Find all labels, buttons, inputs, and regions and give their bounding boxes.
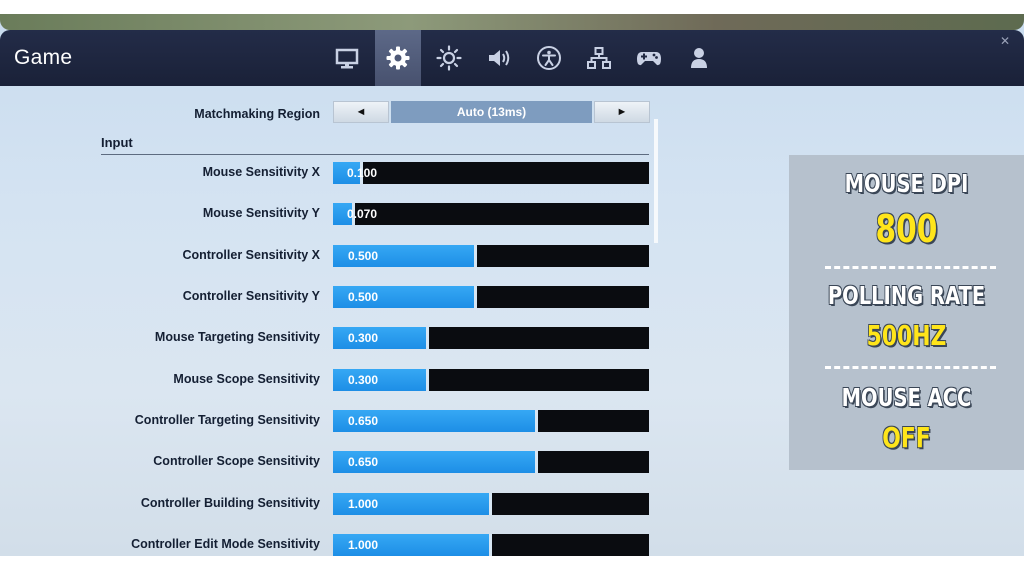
slider-fill (333, 327, 426, 349)
sensitivity-slider[interactable]: 0.650 (333, 410, 649, 432)
slider-value: 0.100 (347, 166, 378, 180)
tab-account[interactable] (676, 30, 722, 86)
slider-label: Controller Building Sensitivity (140, 496, 320, 510)
slider-handle[interactable] (535, 451, 538, 473)
sensitivity-slider[interactable]: 0.070 (333, 203, 649, 225)
sensitivity-slider[interactable]: 0.100 (333, 162, 649, 184)
card-value-dpi: 800 (875, 207, 938, 251)
card-value-polling: 500HZ (866, 319, 947, 352)
slider-value: 0.500 (348, 249, 379, 263)
controller-icon (637, 52, 661, 66)
slider-label: Mouse Sensitivity X (202, 165, 320, 179)
slider-label: Controller Scope Sensitivity (153, 454, 320, 468)
network-icon (587, 47, 611, 69)
slider-value: 1.000 (348, 497, 379, 511)
account-icon (691, 48, 707, 68)
game-settings-window: Game ✕ Matchmaking Region ◄ Auto (13ms) … (0, 14, 1024, 556)
slider-handle[interactable] (426, 327, 429, 349)
card-divider (825, 266, 996, 269)
slider-handle[interactable] (474, 245, 477, 267)
slider-handle[interactable] (489, 493, 492, 515)
window-close-icon[interactable]: ✕ (1000, 34, 1010, 48)
section-title-input: Input (101, 135, 133, 150)
mouse-info-card: MOUSE DPI 800 POLLING RATE 500HZ MOUSE A… (789, 155, 1024, 470)
region-value: Auto (13ms) (391, 101, 592, 123)
background-strip (0, 14, 1024, 30)
accessibility-icon (537, 46, 561, 70)
card-value-acc: OFF (882, 421, 931, 454)
brightness-icon (436, 45, 462, 71)
card-heading-polling: POLLING RATE (827, 281, 986, 310)
region-next-button[interactable]: ► (594, 101, 650, 123)
sensitivity-slider[interactable]: 1.000 (333, 534, 649, 556)
slider-handle[interactable] (489, 534, 492, 556)
tab-brightness[interactable] (426, 30, 472, 86)
scrollbar[interactable] (654, 119, 658, 243)
slider-value: 0.300 (348, 331, 379, 345)
arrow-right-icon: ► (616, 106, 628, 118)
slider-label: Mouse Sensitivity Y (202, 206, 320, 220)
settings-nav-bar: Game ✕ (0, 30, 1024, 86)
slider-handle[interactable] (535, 410, 538, 432)
page-title: Game (14, 46, 73, 69)
tab-audio[interactable] (476, 30, 522, 86)
region-prev-button[interactable]: ◄ (333, 101, 389, 123)
card-heading-dpi: MOUSE DPI (844, 169, 969, 198)
section-divider (101, 154, 649, 155)
arrow-left-icon: ◄ (355, 106, 367, 118)
slider-label: Mouse Scope Sensitivity (173, 372, 320, 386)
tab-game-settings[interactable] (375, 30, 421, 86)
tab-video[interactable] (324, 30, 370, 86)
gear-icon (386, 46, 410, 70)
card-heading-acc: MOUSE ACC (841, 383, 972, 412)
slider-label: Controller Sensitivity X (182, 248, 320, 262)
monitor-icon (335, 48, 359, 69)
tab-network[interactable] (576, 30, 622, 86)
sensitivity-slider[interactable]: 1.000 (333, 493, 649, 515)
slider-value: 0.650 (348, 455, 379, 469)
slider-value: 1.000 (348, 538, 379, 552)
slider-label: Controller Sensitivity Y (182, 289, 320, 303)
card-divider (825, 366, 996, 369)
sensitivity-slider[interactable]: 0.300 (333, 327, 649, 349)
slider-label: Controller Edit Mode Sensitivity (131, 537, 320, 551)
slider-value: 0.650 (348, 414, 379, 428)
slider-label: Controller Targeting Sensitivity (134, 413, 320, 427)
matchmaking-region-label: Matchmaking Region (194, 107, 320, 121)
tab-accessibility[interactable] (526, 30, 572, 86)
sensitivity-slider[interactable]: 0.500 (333, 245, 649, 267)
slider-value: 0.070 (347, 207, 378, 221)
sensitivity-slider[interactable]: 0.650 (333, 451, 649, 473)
slider-fill (333, 369, 426, 391)
slider-value: 0.300 (348, 373, 379, 387)
sensitivity-slider[interactable]: 0.500 (333, 286, 649, 308)
slider-handle[interactable] (474, 286, 477, 308)
slider-label: Mouse Targeting Sensitivity (154, 330, 320, 344)
speaker-icon (489, 50, 510, 66)
slider-handle[interactable] (426, 369, 429, 391)
sensitivity-slider[interactable]: 0.300 (333, 369, 649, 391)
slider-value: 0.500 (348, 290, 379, 304)
tab-controller[interactable] (626, 30, 672, 86)
